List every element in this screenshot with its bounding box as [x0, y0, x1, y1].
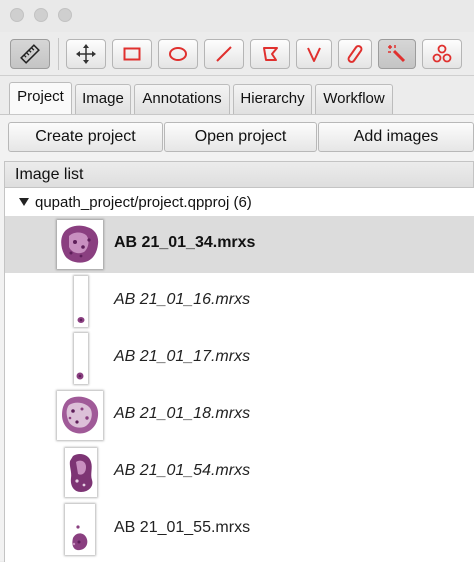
project-name: qupath_project/project.qpproj (6): [35, 194, 252, 211]
points-tool-button[interactable]: [422, 39, 462, 69]
image-list-item[interactable]: AB 21_01_17.mrxs: [5, 330, 474, 387]
project-tree-node[interactable]: qupath_project/project.qpproj (6): [19, 192, 252, 214]
brush-icon: [344, 43, 366, 65]
image-list-header: Image list: [4, 161, 474, 188]
tab-hierarchy[interactable]: Hierarchy: [233, 84, 312, 114]
slide-thumbnail: [65, 504, 95, 555]
polygon-icon: [259, 43, 281, 65]
minimize-window-button[interactable]: [34, 8, 48, 22]
image-name: AB 21_01_16.mrxs: [114, 291, 251, 308]
slide-thumbnail: [57, 391, 103, 440]
image-list-item[interactable]: AB 21_01_16.mrxs: [5, 273, 474, 330]
image-name: AB 21_01_18.mrxs: [114, 405, 251, 422]
toolbar-separator: [58, 38, 59, 70]
image-name: AB 21_01_55.mrxs: [114, 519, 251, 536]
tab-image[interactable]: Image: [75, 84, 131, 114]
add-images-button[interactable]: Add images: [318, 122, 474, 152]
slide-thumbnail: [57, 220, 103, 269]
close-window-button[interactable]: [10, 8, 24, 22]
brush-tool-button[interactable]: [338, 39, 372, 69]
image-list[interactable]: qupath_project/project.qpproj (6) AB 21_…: [4, 188, 474, 562]
ruler-tool-button[interactable]: [10, 39, 50, 69]
slide-thumbnail: [74, 333, 88, 384]
zoom-window-button[interactable]: [58, 8, 72, 22]
toolbar: [0, 32, 474, 76]
tab-project[interactable]: Project: [9, 82, 72, 114]
tab-workflow[interactable]: Workflow: [315, 84, 393, 114]
image-list-item[interactable]: AB 21_01_54.mrxs: [5, 444, 474, 501]
expand-triangle-icon[interactable]: [19, 198, 29, 206]
image-list-item[interactable]: AB 21_01_55.mrxs: [5, 501, 474, 558]
move-tool-button[interactable]: [66, 39, 106, 69]
create-project-button[interactable]: Create project: [8, 122, 163, 152]
polyline-icon: [303, 43, 325, 65]
slide-thumbnail: [74, 276, 88, 327]
ellipse-icon: [167, 43, 189, 65]
line-icon: [213, 43, 235, 65]
move-icon: [75, 43, 97, 65]
image-name: AB 21_01_17.mrxs: [114, 348, 251, 365]
ruler-icon: [19, 43, 41, 65]
polyline-tool-button[interactable]: [296, 39, 332, 69]
ellipse-tool-button[interactable]: [158, 39, 198, 69]
image-list-item[interactable]: AB 21_01_18.mrxs: [5, 387, 474, 444]
slide-thumbnail: [65, 448, 97, 497]
image-name: AB 21_01_54.mrxs: [114, 462, 251, 479]
rectangle-icon: [121, 43, 143, 65]
rectangle-tool-button[interactable]: [112, 39, 152, 69]
title-bar: [0, 0, 474, 32]
tab-bar: Project Image Annotations Hierarchy Work…: [0, 76, 474, 114]
tab-annotations[interactable]: Annotations: [134, 84, 230, 114]
wand-tool-button[interactable]: [378, 39, 416, 69]
open-project-button[interactable]: Open project: [164, 122, 317, 152]
points-icon: [431, 43, 453, 65]
polygon-tool-button[interactable]: [250, 39, 290, 69]
wand-icon: [386, 43, 408, 65]
image-list-item[interactable]: AB 21_01_34.mrxs: [5, 216, 474, 273]
image-name: AB 21_01_34.mrxs: [114, 234, 256, 251]
line-tool-button[interactable]: [204, 39, 244, 69]
project-panel: Create project Open project Add images I…: [0, 114, 474, 562]
